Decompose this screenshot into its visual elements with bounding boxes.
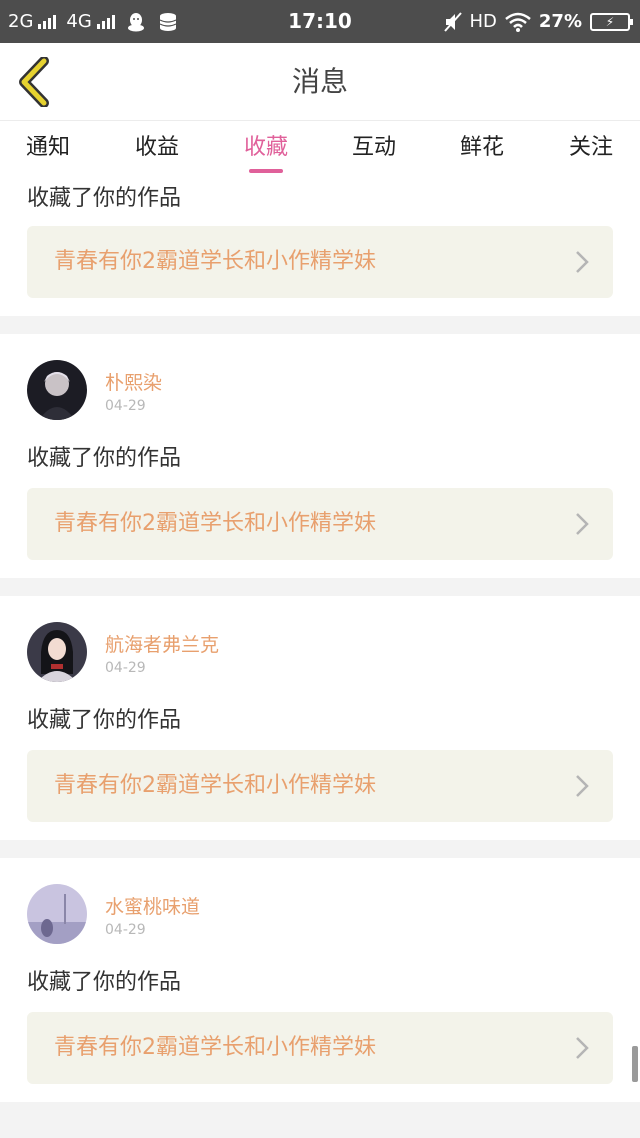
list-item: 收藏了你的作品 青春有你2霸道学长和小作精学妹: [0, 176, 640, 316]
battery-percent: 27%: [538, 11, 582, 32]
action-text: 收藏了你的作品: [27, 970, 182, 995]
username[interactable]: 航海者弗兰克: [105, 630, 219, 657]
date: 04-29: [105, 660, 146, 676]
action-text: 收藏了你的作品: [27, 446, 182, 471]
action-text: 收藏了你的作品: [27, 186, 182, 211]
work-link[interactable]: 青春有你2霸道学长和小作精学妹: [27, 1012, 613, 1084]
work-link[interactable]: 青春有你2霸道学长和小作精学妹: [27, 750, 613, 822]
status-bar: 2G 4G 17:10 HD 27% ⚡: [0, 0, 640, 43]
tab-notice[interactable]: 通知: [8, 129, 88, 161]
tab-follow[interactable]: 关注: [551, 129, 631, 161]
nav-header: 消息: [0, 43, 640, 121]
tab-interaction[interactable]: 互动: [334, 129, 414, 161]
mute-icon: [443, 11, 462, 32]
chevron-right-icon: [576, 513, 589, 535]
list-item: 朴熙染 04-29 收藏了你的作品 青春有你2霸道学长和小作精学妹: [0, 334, 640, 578]
action-text: 收藏了你的作品: [27, 708, 182, 733]
chevron-right-icon: [576, 775, 589, 797]
chevron-right-icon: [576, 251, 589, 273]
scrollbar[interactable]: [632, 1046, 638, 1082]
work-title: 青春有你2霸道学长和小作精学妹: [54, 773, 376, 798]
list-item: 航海者弗兰克 04-29 收藏了你的作品 青春有你2霸道学长和小作精学妹: [0, 596, 640, 840]
list-item: 水蜜桃味道 04-29 收藏了你的作品 青春有你2霸道学长和小作精学妹: [0, 858, 640, 1102]
username[interactable]: 水蜜桃味道: [105, 892, 200, 919]
avatar-image: [27, 884, 87, 944]
date: 04-29: [105, 398, 146, 414]
tab-earnings[interactable]: 收益: [117, 129, 197, 161]
work-title: 青春有你2霸道学长和小作精学妹: [54, 249, 376, 274]
avatar[interactable]: [27, 884, 87, 944]
date: 04-29: [105, 922, 146, 938]
work-link[interactable]: 青春有你2霸道学长和小作精学妹: [27, 488, 613, 560]
work-title: 青春有你2霸道学长和小作精学妹: [54, 1035, 376, 1060]
chevron-right-icon: [576, 1037, 589, 1059]
avatar-image: [27, 360, 87, 420]
work-title: 青春有你2霸道学长和小作精学妹: [54, 511, 376, 536]
page-title: 消息: [291, 65, 348, 98]
active-tab-indicator: [249, 169, 283, 173]
hd-label: HD: [469, 11, 497, 32]
battery-icon: ⚡: [590, 12, 633, 31]
work-link[interactable]: 青春有你2霸道学长和小作精学妹: [27, 226, 613, 298]
username[interactable]: 朴熙染: [105, 368, 162, 395]
wifi-icon: [505, 12, 531, 32]
avatar-image: [27, 622, 87, 682]
tab-favorites[interactable]: 收藏: [226, 129, 306, 161]
avatar[interactable]: [27, 360, 87, 420]
tab-bar: 通知 收益 收藏 互动 鲜花 关注: [0, 121, 640, 176]
avatar[interactable]: [27, 622, 87, 682]
tab-flowers[interactable]: 鲜花: [442, 129, 522, 161]
